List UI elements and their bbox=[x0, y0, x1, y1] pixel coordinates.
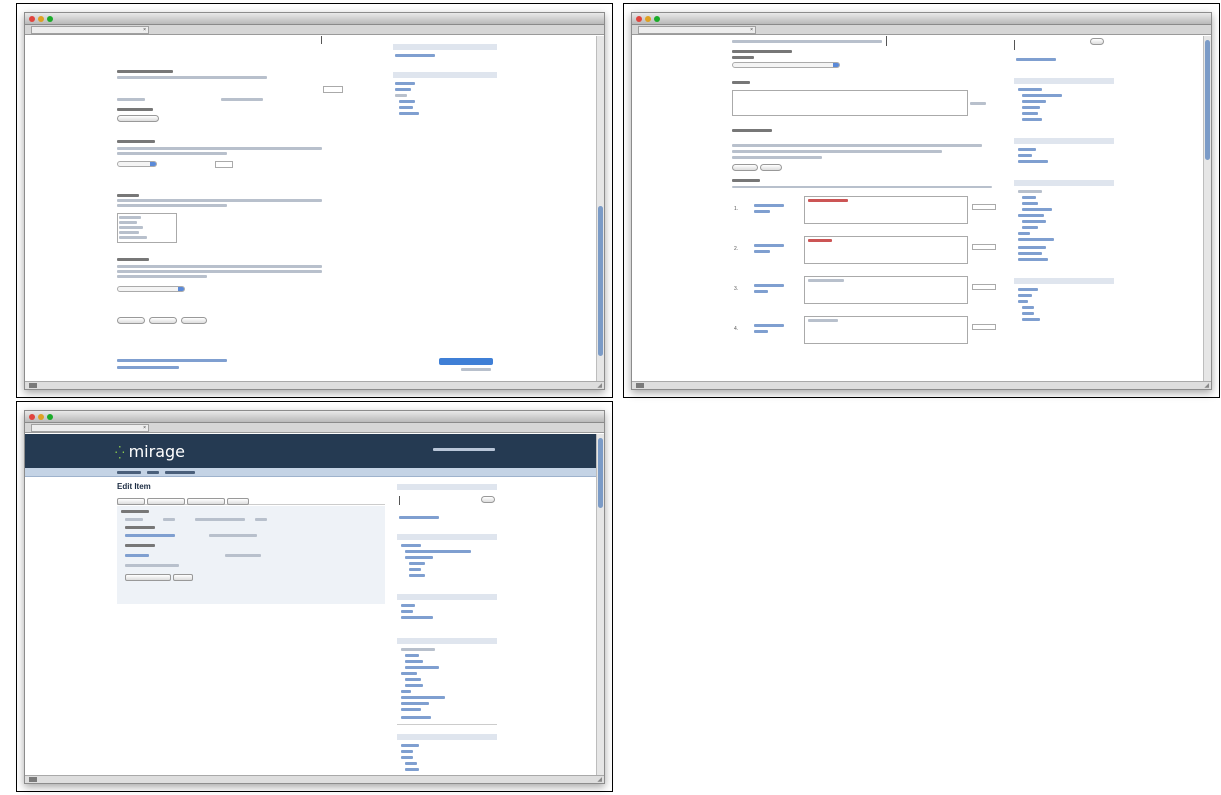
row-number: 4. bbox=[734, 326, 739, 332]
status-bar: ◢ bbox=[25, 775, 604, 783]
browser-window: × ⁛ mirage Edit Item ◢ bbox=[24, 410, 605, 784]
vertical-scrollbar[interactable] bbox=[596, 434, 604, 775]
resize-icon[interactable]: ◢ bbox=[597, 776, 602, 783]
close-window-icon[interactable] bbox=[29, 16, 35, 22]
form-button[interactable] bbox=[117, 115, 159, 122]
form-button[interactable] bbox=[732, 164, 758, 171]
search-button[interactable] bbox=[481, 496, 495, 503]
zoom-window-icon[interactable] bbox=[654, 16, 660, 22]
close-tab-icon[interactable]: × bbox=[750, 27, 753, 33]
status-bar: ◢ bbox=[632, 381, 1211, 389]
scroll-thumb[interactable] bbox=[598, 206, 603, 356]
tab-button[interactable] bbox=[187, 498, 225, 505]
text-field[interactable] bbox=[972, 284, 996, 290]
form-button[interactable] bbox=[149, 317, 177, 324]
page-content bbox=[25, 36, 596, 381]
browser-tab-bar: × bbox=[25, 25, 604, 35]
close-window-icon[interactable] bbox=[636, 16, 642, 22]
text-field[interactable] bbox=[215, 161, 233, 168]
close-window-icon[interactable] bbox=[29, 414, 35, 420]
window-titlebar bbox=[632, 13, 1211, 25]
text-field[interactable] bbox=[972, 204, 996, 210]
logo-dots-icon: ⁛ bbox=[115, 446, 125, 460]
row-number: 2. bbox=[734, 246, 739, 252]
search-button[interactable] bbox=[1090, 38, 1104, 45]
vertical-scrollbar[interactable] bbox=[596, 36, 604, 381]
window-titlebar bbox=[25, 13, 604, 25]
row-number: 1. bbox=[734, 206, 739, 212]
browser-tab[interactable]: × bbox=[31, 26, 149, 34]
window-titlebar bbox=[25, 411, 604, 423]
form-button[interactable] bbox=[117, 317, 145, 324]
tab-button[interactable] bbox=[227, 498, 249, 505]
dropdown-select[interactable] bbox=[117, 286, 185, 292]
close-tab-icon[interactable]: × bbox=[143, 27, 146, 33]
minimize-window-icon[interactable] bbox=[38, 16, 44, 22]
main-nav bbox=[25, 468, 596, 477]
tab-button[interactable] bbox=[147, 498, 185, 505]
site-logo[interactable]: ⁛ mirage bbox=[115, 442, 185, 461]
site-header: ⁛ mirage bbox=[25, 434, 596, 468]
lock-icon bbox=[636, 383, 644, 388]
page-title: Edit Item bbox=[117, 482, 151, 491]
row-number: 3. bbox=[734, 286, 739, 292]
scroll-thumb[interactable] bbox=[598, 438, 603, 508]
form-button[interactable] bbox=[760, 164, 782, 171]
minimize-window-icon[interactable] bbox=[38, 414, 44, 420]
scroll-thumb[interactable] bbox=[1205, 40, 1210, 160]
resize-icon[interactable]: ◢ bbox=[1204, 382, 1209, 389]
vertical-scrollbar[interactable] bbox=[1203, 36, 1211, 381]
browser-tab-bar: × bbox=[25, 423, 604, 433]
page-content: 1. 2. 3. 4. bbox=[632, 36, 1203, 381]
zoom-window-icon[interactable] bbox=[47, 16, 53, 22]
screenshot-cell-form-options: × ◢ bbox=[16, 3, 613, 398]
browser-tab-bar: × bbox=[632, 25, 1211, 35]
notes-textarea[interactable] bbox=[732, 90, 968, 116]
zoom-window-icon[interactable] bbox=[47, 414, 53, 420]
text-field[interactable] bbox=[323, 86, 343, 93]
lock-icon bbox=[29, 777, 37, 782]
dropdown-select[interactable] bbox=[732, 62, 840, 68]
text-field[interactable] bbox=[972, 324, 996, 330]
dropdown-select[interactable] bbox=[117, 161, 157, 167]
browser-tab[interactable]: × bbox=[638, 26, 756, 34]
screenshot-cell-question-list: × 1. 2. 3. 4. ◢ bbox=[623, 3, 1220, 398]
tab-button[interactable] bbox=[117, 498, 145, 505]
close-tab-icon[interactable]: × bbox=[143, 425, 146, 431]
browser-window: × 1. 2. 3. 4. ◢ bbox=[631, 12, 1212, 390]
form-button[interactable] bbox=[181, 317, 207, 324]
form-button[interactable] bbox=[173, 574, 193, 581]
form-button[interactable] bbox=[125, 574, 171, 581]
browser-tab[interactable]: × bbox=[31, 424, 149, 432]
blue-banner bbox=[439, 358, 493, 365]
browser-window: × ◢ bbox=[24, 12, 605, 390]
screenshot-cell-mirage-edit-item: × ⁛ mirage Edit Item ◢ bbox=[16, 401, 613, 792]
page-content: ⁛ mirage Edit Item bbox=[25, 434, 596, 775]
text-field[interactable] bbox=[972, 244, 996, 250]
lock-icon bbox=[29, 383, 37, 388]
status-bar: ◢ bbox=[25, 381, 604, 389]
resize-icon[interactable]: ◢ bbox=[597, 382, 602, 389]
minimize-window-icon[interactable] bbox=[645, 16, 651, 22]
